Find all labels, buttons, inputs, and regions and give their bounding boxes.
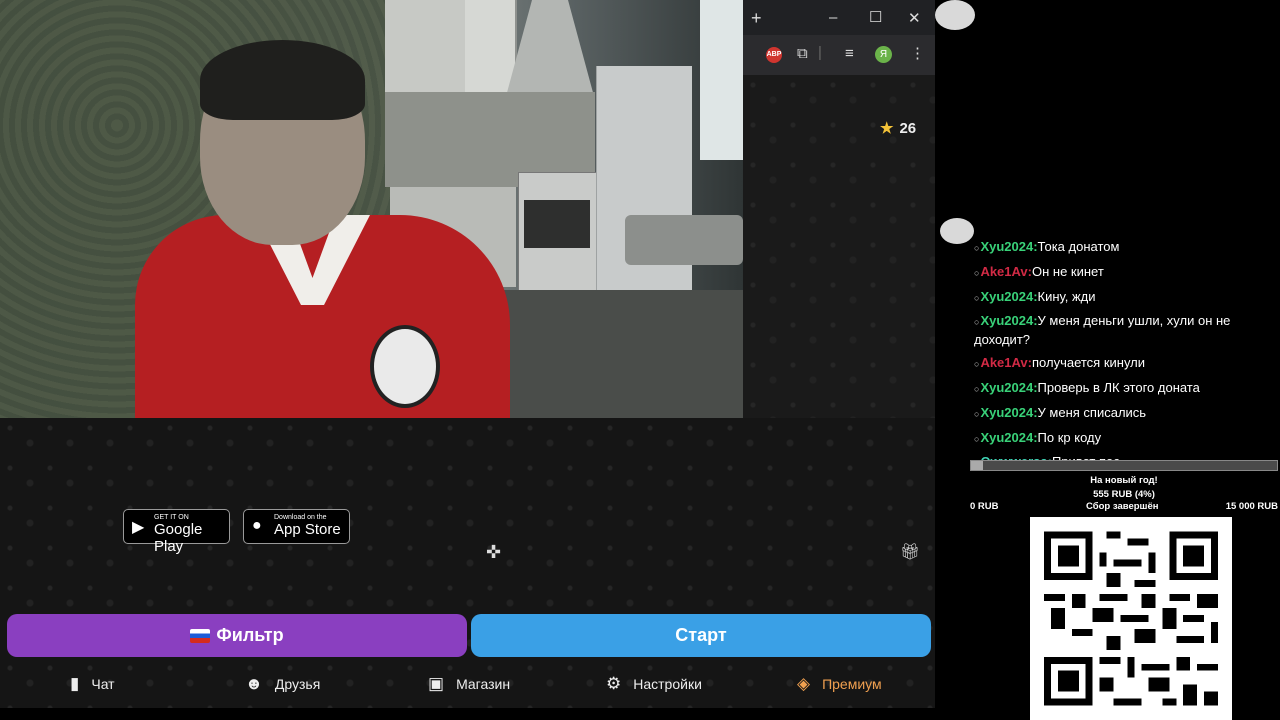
chat-message: ○Xyu2024:У меня деньги ушли, хули он не … <box>974 313 1231 348</box>
gamepad-icon[interactable]: ✜ <box>486 542 501 563</box>
donation-amount: 555 RUB (4%) <box>1093 489 1155 500</box>
toolbar-divider: | <box>818 44 822 61</box>
nav-settings[interactable]: ⚙ Настройки <box>606 662 702 706</box>
nav-premium[interactable]: ◈ Премиум <box>797 662 882 706</box>
extensions-icon[interactable]: ⧉ <box>797 45 808 62</box>
nav-friends[interactable]: ☻ Друзья <box>245 662 320 706</box>
tag-icon: ◈ <box>797 674 811 693</box>
reading-list-icon[interactable]: ≡ <box>845 45 854 62</box>
chat-message: ○Ake1Av:Он не кинет <box>974 263 1104 279</box>
nav-shop[interactable]: ▣ Магазин <box>428 662 510 706</box>
start-button[interactable]: Старт <box>471 614 931 657</box>
filter-button[interactable]: Фильтр <box>7 614 467 657</box>
chat-message: ○Xyu2024:По кр коду <box>974 429 1102 445</box>
donation-progress-bar <box>970 460 1278 471</box>
maximize-button[interactable]: ☐ <box>869 8 882 26</box>
minimize-button[interactable]: – <box>829 9 837 26</box>
nav-chat[interactable]: ▮ Чат <box>70 662 115 706</box>
app-store-badge[interactable]: ● Download on the App Store <box>243 509 350 544</box>
donation-title: На новый год! <box>1090 475 1158 486</box>
close-window-button[interactable]: ✕ <box>908 9 921 27</box>
donation-max: 15 000 RUB <box>1225 501 1278 512</box>
adblock-extension-icon[interactable]: ABP <box>766 47 782 63</box>
star-balance[interactable]: ★ 26 <box>880 119 916 137</box>
gear-icon: ⚙ <box>606 674 622 693</box>
donation-min: 0 RUB <box>970 501 999 512</box>
stream-chat: ○Xyu2024:Тока донатом ○Ake1Av:Он не кине… <box>974 238 1274 478</box>
donation-goal: На новый год! 555 RUB (4%) 0 RUB Сбор за… <box>970 460 1278 515</box>
google-play-badge[interactable]: ▶ GET IT ON Google Play <box>123 509 230 555</box>
star-count: 26 <box>899 120 917 137</box>
browser-menu-icon[interactable]: ⋮ <box>910 44 925 62</box>
overlay-blob <box>935 0 975 30</box>
donation-status: Сбор завершён <box>1086 501 1159 512</box>
new-tab-button[interactable]: + <box>751 8 762 29</box>
chat-message: ○Xyu2024:У меня списались <box>974 404 1147 420</box>
shop-icon: ▣ <box>428 674 445 693</box>
google-play-icon: ▶ <box>132 519 145 536</box>
star-icon: ★ <box>880 120 894 137</box>
friends-icon: ☻ <box>245 674 263 693</box>
russia-flag-icon <box>190 629 211 644</box>
chat-message: ○Xyu2024:Тока донатом <box>974 239 1120 254</box>
chat-icon: ▮ <box>70 674 80 693</box>
browser-toolbar: + – ☐ ✕ ABP ⧉ | ≡ Я ⋮ <box>743 0 935 75</box>
overlay-blob <box>940 218 974 244</box>
chat-message: ○Xyu2024:Проверь в ЛК этого доната <box>974 379 1200 395</box>
webcam-feed <box>0 0 743 418</box>
donation-qr-code <box>1030 517 1232 720</box>
profile-avatar[interactable]: Я <box>875 46 892 63</box>
apple-icon: ● <box>252 517 262 534</box>
chat-message: ○Ake1Av:получается кинули <box>974 355 1146 371</box>
gift-icon[interactable]: 🎁︎ <box>900 542 920 562</box>
chat-message: ○Xyu2024:Кину, жди <box>974 288 1096 304</box>
